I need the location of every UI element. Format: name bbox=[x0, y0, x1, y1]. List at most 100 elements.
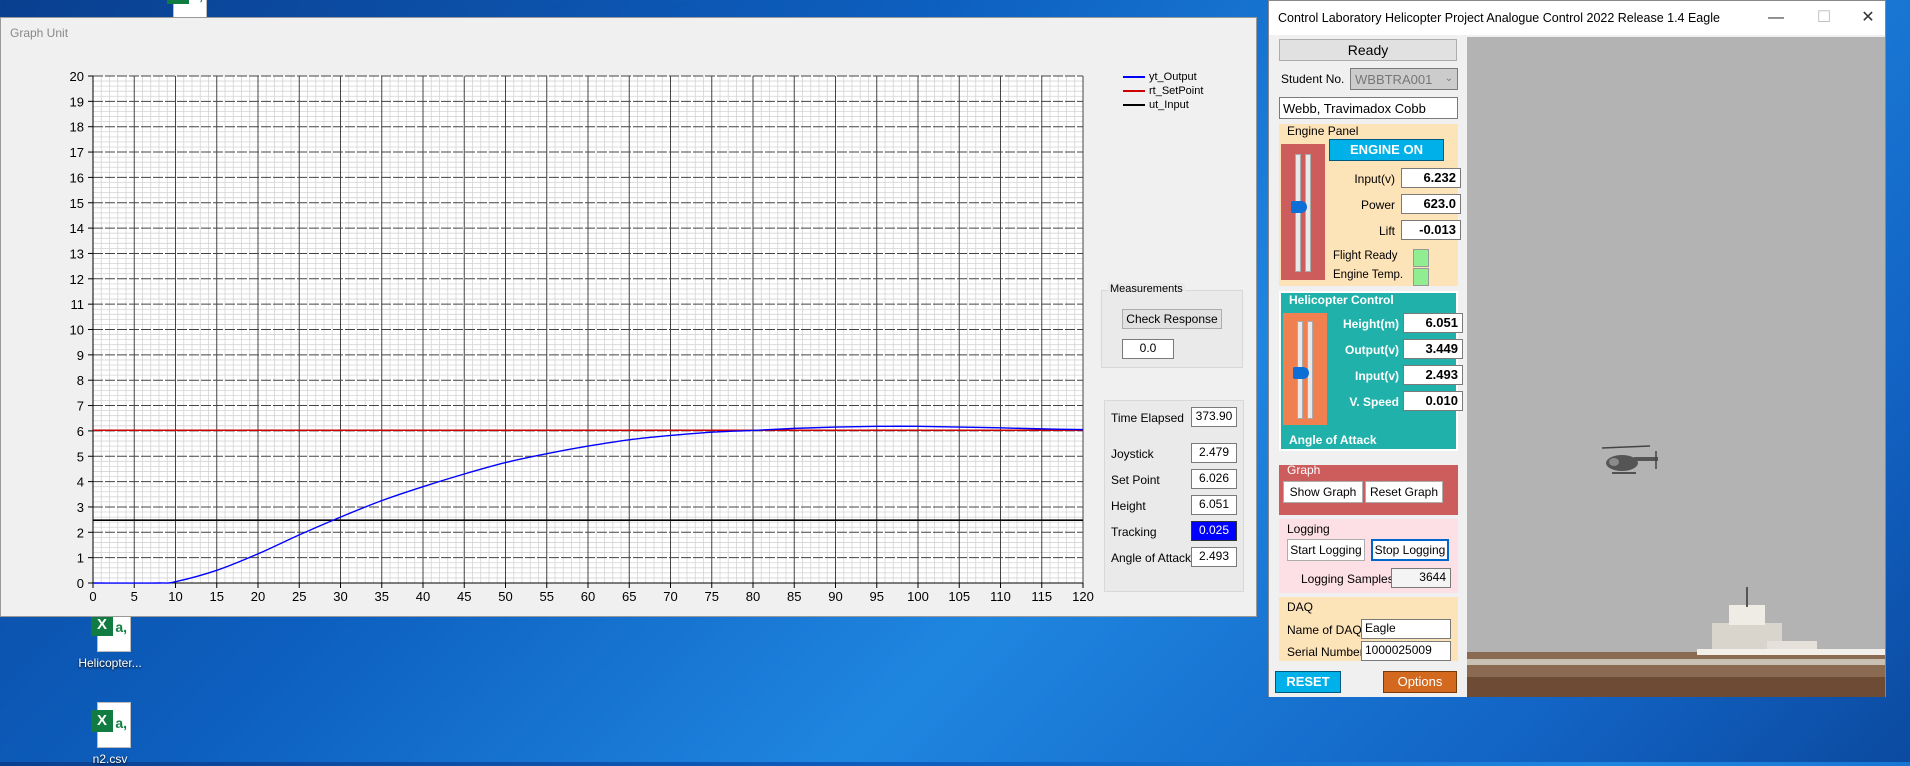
daq-name-label: Name of DAQ bbox=[1287, 623, 1362, 637]
chart-legend: yt_Output rt_SetPoint ut_Input bbox=[1123, 70, 1203, 112]
excel-icon: a, X bbox=[91, 702, 131, 748]
v-speed-value: 0.010 bbox=[1403, 391, 1463, 411]
y-tick-label: 11 bbox=[71, 297, 85, 312]
angle-of-attack-value: 2.493 bbox=[1191, 547, 1237, 567]
student-number-select[interactable]: WBBTRA001 ⌄ bbox=[1350, 68, 1458, 90]
y-tick-label: 8 bbox=[77, 373, 84, 388]
lift-label: Lift bbox=[1378, 224, 1395, 238]
control-window: Control Laboratory Helicopter Project An… bbox=[1268, 0, 1886, 697]
x-tick-label: 0 bbox=[89, 589, 96, 604]
measurements-label: Measurements bbox=[1108, 283, 1185, 295]
x-tick-label: 5 bbox=[131, 589, 138, 604]
y-tick-label: 17 bbox=[70, 145, 84, 160]
x-tick-label: 10 bbox=[168, 589, 182, 604]
slider-thumb[interactable] bbox=[1291, 200, 1307, 213]
show-graph-button[interactable]: Show Graph bbox=[1283, 481, 1363, 503]
x-tick-label: 30 bbox=[333, 589, 347, 604]
v-speed-label: V. Speed bbox=[1349, 395, 1399, 409]
engine-panel-label: Engine Panel bbox=[1287, 124, 1359, 138]
heli-control-label: Helicopter Control bbox=[1289, 293, 1394, 307]
x-tick-label: 55 bbox=[540, 589, 554, 604]
y-tick-label: 16 bbox=[70, 170, 84, 185]
y-tick-label: 9 bbox=[77, 348, 84, 363]
tracking-label: Tracking bbox=[1111, 525, 1157, 539]
angle-of-attack-caption: Angle of Attack bbox=[1289, 433, 1377, 447]
y-tick-label: 7 bbox=[77, 399, 84, 414]
x-tick-label: 105 bbox=[948, 589, 970, 604]
y-tick-label: 20 bbox=[70, 69, 84, 84]
y-tick-label: 0 bbox=[77, 576, 84, 591]
reset-graph-button[interactable]: Reset Graph bbox=[1365, 481, 1443, 503]
input-v-label: Input(v) bbox=[1354, 172, 1395, 186]
x-tick-label: 25 bbox=[292, 589, 306, 604]
engine-temp-label: Engine Temp. bbox=[1333, 269, 1404, 281]
desktop-icon-label: Helicopter... bbox=[78, 656, 142, 670]
check-response-button[interactable]: Check Response bbox=[1122, 309, 1222, 329]
desktop-icon-label: n2.csv bbox=[92, 752, 128, 766]
engine-input-value: 6.232 bbox=[1401, 168, 1461, 188]
graph-panel: Graph Show Graph Reset Graph bbox=[1279, 463, 1458, 515]
x-tick-label: 20 bbox=[251, 589, 265, 604]
start-logging-button[interactable]: Start Logging bbox=[1287, 539, 1365, 561]
logging-samples-value: 3644 bbox=[1391, 568, 1451, 588]
x-tick-label: 120 bbox=[1072, 589, 1094, 604]
graph-window: Graph Unit 0 5 10 15 20 25 30 35 40 45 50 55 60 65 70 7… bbox=[0, 17, 1257, 617]
engine-on-button[interactable]: ENGINE ON bbox=[1329, 139, 1444, 161]
x-tick-label: 70 bbox=[663, 589, 677, 604]
y-tick-label: 10 bbox=[70, 323, 84, 338]
maximize-icon[interactable]: ☐ bbox=[1809, 7, 1839, 29]
reset-button[interactable]: RESET bbox=[1275, 671, 1341, 693]
y-tick-label: 1 bbox=[77, 551, 84, 566]
engine-throttle-slider[interactable] bbox=[1281, 144, 1325, 280]
simulation-view bbox=[1467, 37, 1885, 697]
lift-value: -0.013 bbox=[1401, 220, 1461, 240]
x-tick-label: 40 bbox=[416, 589, 430, 604]
heli-output-value: 3.449 bbox=[1403, 339, 1463, 359]
measurement-value: 0.0 bbox=[1122, 339, 1174, 359]
logging-panel: Logging Start Logging Stop Logging Loggi… bbox=[1279, 519, 1458, 593]
height-value: 6.051 bbox=[1191, 495, 1237, 515]
y-tick-label: 18 bbox=[70, 120, 84, 135]
minimize-icon[interactable]: — bbox=[1761, 7, 1791, 29]
title-bar: Control Laboratory Helicopter Project An… bbox=[1269, 1, 1885, 35]
chevron-down-icon: ⌄ bbox=[1444, 73, 1453, 84]
measurements-group: Measurements Check Response 0.0 bbox=[1101, 283, 1243, 368]
x-tick-label: 95 bbox=[870, 589, 884, 604]
close-icon[interactable]: ✕ bbox=[1853, 7, 1883, 29]
daq-name-field[interactable]: Eagle bbox=[1361, 619, 1451, 639]
joystick-label: Joystick bbox=[1111, 447, 1154, 461]
window-title: Control Laboratory Helicopter Project An… bbox=[1278, 11, 1720, 25]
serial-number-label: Serial Number bbox=[1287, 645, 1364, 659]
x-tick-label: 35 bbox=[375, 589, 389, 604]
x-tick-label: 45 bbox=[457, 589, 471, 604]
daq-panel: DAQ Name of DAQ Eagle Serial Number 1000… bbox=[1279, 597, 1458, 661]
legend-item-setpoint: rt_SetPoint bbox=[1123, 84, 1203, 98]
set-point-label: Set Point bbox=[1111, 473, 1160, 487]
student-name-field[interactable]: Webb, Travimadox Cobb bbox=[1279, 97, 1458, 119]
serial-number-field[interactable]: 1000025009 bbox=[1361, 641, 1451, 661]
student-label: Student No. bbox=[1281, 72, 1345, 86]
x-tick-label: 65 bbox=[622, 589, 636, 604]
joystick-slider[interactable] bbox=[1283, 313, 1327, 425]
desktop-icon-n2csv[interactable]: a, X n2.csv bbox=[70, 702, 150, 766]
power-value: 623.0 bbox=[1401, 194, 1461, 214]
x-tick-label: 110 bbox=[990, 589, 1011, 604]
x-tick-label: 80 bbox=[746, 589, 760, 604]
joystick-value: 2.479 bbox=[1191, 443, 1237, 463]
stop-logging-button[interactable]: Stop Logging bbox=[1371, 539, 1449, 561]
options-button[interactable]: Options bbox=[1383, 671, 1457, 693]
y-tick-label: 6 bbox=[77, 424, 84, 439]
x-tick-label: 115 bbox=[1031, 589, 1052, 604]
status-button[interactable]: Ready bbox=[1279, 39, 1457, 61]
readouts-group: Time Elapsed 373.90 Joystick 2.479 Set P… bbox=[1104, 400, 1244, 592]
tracking-value: 0.025 bbox=[1191, 521, 1237, 541]
logging-label: Logging bbox=[1287, 522, 1330, 536]
response-chart: 0 5 10 15 20 25 30 35 40 45 50 55 60 65 70 75 80 85 90 95 10… bbox=[70, 69, 1094, 604]
engine-panel: Engine Panel ENGINE ON Input(v) 6.232 Po… bbox=[1279, 124, 1461, 286]
y-tick-label: 2 bbox=[77, 525, 84, 540]
heli-input-value: 2.493 bbox=[1403, 365, 1463, 385]
x-tick-label: 75 bbox=[705, 589, 719, 604]
slider-thumb[interactable] bbox=[1293, 367, 1309, 379]
desktop-icon-excel-top[interactable]: a, X bbox=[146, 0, 226, 20]
angle-of-attack-label: Angle of Attack bbox=[1111, 551, 1192, 565]
